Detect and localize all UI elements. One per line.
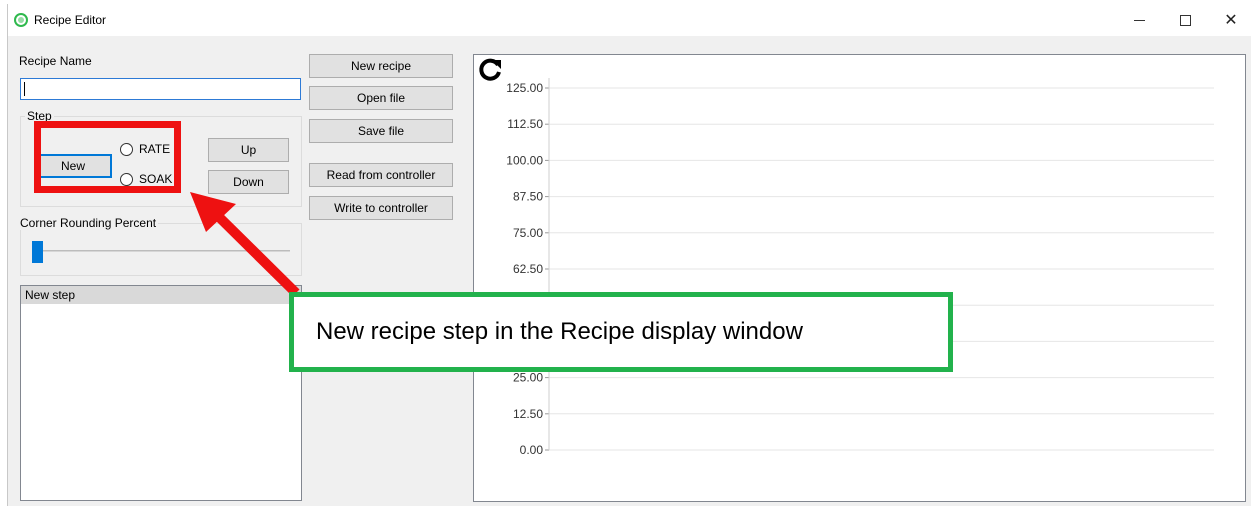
highlight-box bbox=[34, 121, 181, 193]
close-button[interactable]: ✕ bbox=[1208, 4, 1251, 36]
corner-rounding-label: Corner Rounding Percent bbox=[20, 216, 159, 230]
recipe-steps-list[interactable]: New step bbox=[20, 285, 302, 501]
recipe-display-chart: 125.00112.50100.0087.5075.0062.5050.0037… bbox=[473, 54, 1246, 502]
maximize-button[interactable] bbox=[1162, 4, 1208, 36]
y-tick-label: 100.00 bbox=[506, 153, 543, 167]
step-up-button[interactable]: Up bbox=[208, 138, 289, 162]
step-down-button[interactable]: Down bbox=[208, 170, 289, 194]
y-tick-label: 112.50 bbox=[507, 117, 543, 131]
recipe-editor-window: Recipe Editor ✕ Recipe Name Step New RAT… bbox=[7, 4, 1251, 506]
y-tick-label: 87.50 bbox=[513, 190, 543, 204]
y-tick-label: 0.00 bbox=[520, 443, 544, 457]
chart-plot-area: 125.00112.50100.0087.5075.0062.5050.0037… bbox=[506, 78, 1214, 457]
open-file-button[interactable]: Open file bbox=[309, 86, 453, 110]
recipe-name-label: Recipe Name bbox=[19, 54, 92, 68]
y-tick-label: 12.50 bbox=[513, 407, 543, 421]
y-tick-label: 25.00 bbox=[513, 371, 543, 385]
corner-rounding-track bbox=[32, 250, 290, 252]
list-item[interactable]: New step bbox=[21, 286, 301, 304]
y-tick-label: 62.50 bbox=[513, 262, 543, 276]
text-caret bbox=[24, 82, 25, 96]
corner-rounding-slider[interactable] bbox=[32, 241, 43, 263]
y-tick-label: 125.00 bbox=[506, 81, 543, 95]
app-icon bbox=[14, 13, 28, 27]
new-recipe-button[interactable]: New recipe bbox=[309, 54, 453, 78]
minimize-button[interactable] bbox=[1116, 4, 1162, 36]
annotation-callout: New recipe step in the Recipe display wi… bbox=[289, 292, 953, 372]
y-tick-label: 75.00 bbox=[513, 226, 543, 240]
save-file-button[interactable]: Save file bbox=[309, 119, 453, 143]
window-title: Recipe Editor bbox=[34, 13, 107, 27]
title-bar: Recipe Editor ✕ bbox=[8, 4, 1251, 36]
read-from-controller-button[interactable]: Read from controller bbox=[309, 163, 453, 187]
close-icon: ✕ bbox=[1224, 12, 1238, 29]
minimize-icon bbox=[1133, 19, 1145, 21]
recipe-name-input[interactable] bbox=[20, 78, 301, 100]
maximize-icon bbox=[1179, 14, 1191, 26]
write-to-controller-button[interactable]: Write to controller bbox=[309, 196, 453, 220]
